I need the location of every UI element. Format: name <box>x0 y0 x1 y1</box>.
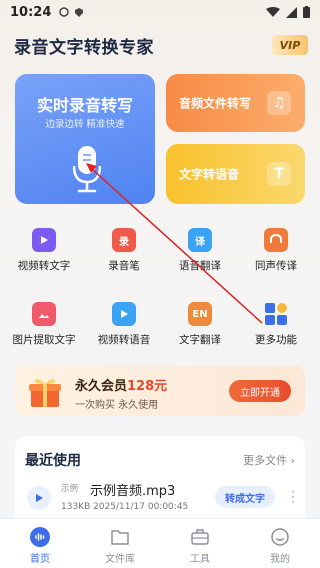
tool-more-features[interactable]: 更多功能 <box>236 298 316 347</box>
audio-file-transcribe-card[interactable]: 音频文件转写 ♫ <box>166 74 305 132</box>
settings-status-icon <box>59 7 70 17</box>
image-extract-icon <box>32 302 56 326</box>
status-time: 10:24 <box>10 4 52 20</box>
app-header: 录音文字转换专家 VIP <box>14 32 308 58</box>
interpretation-icon <box>264 228 288 252</box>
music-note-icon: ♫ <box>267 91 291 115</box>
battery-icon <box>303 6 310 18</box>
profile-icon <box>270 527 290 547</box>
gift-box-icon <box>29 379 61 407</box>
audio-file-transcribe-label: 音频文件转写 <box>179 96 252 111</box>
tool-recorder[interactable]: 录 录音笔 <box>84 224 164 273</box>
vip-promo-banner[interactable]: 永久会员128元 一次购买 永久使用 立即开通 <box>15 366 305 416</box>
tab-label: 文件库 <box>105 554 135 565</box>
vip-badge[interactable]: VIP <box>272 35 308 55</box>
home-wave-icon <box>30 527 50 547</box>
tool-label: 语音翻译 <box>179 260 221 272</box>
more-features-icon <box>264 302 288 326</box>
tool-label: 文字翻译 <box>179 334 221 346</box>
tool-video-to-voice[interactable]: 视频转语音 <box>84 298 164 347</box>
text-to-speech-card[interactable]: 文字转语音 T <box>166 144 305 204</box>
wifi-icon <box>266 7 280 17</box>
signal-icon <box>286 6 297 18</box>
realtime-record-card[interactable]: 实时录音转写 边录边转 精准快速 <box>15 74 155 204</box>
text-translate-icon: EN <box>188 302 212 326</box>
tab-label: 我的 <box>270 554 290 565</box>
tab-tools[interactable]: 工具 <box>160 519 240 568</box>
microphone-icon <box>73 146 101 193</box>
bottom-tab-bar: 首页 文件库 工具 我的 <box>0 518 320 568</box>
app-title: 录音文字转换专家 <box>14 37 154 58</box>
shield-status-icon <box>75 8 84 17</box>
tool-text-translate[interactable]: EN 文字翻译 <box>160 298 240 347</box>
tool-video-to-text[interactable]: 视频转文字 <box>4 224 84 273</box>
tool-label: 视频转文字 <box>17 260 71 272</box>
tab-home[interactable]: 首页 <box>0 519 80 568</box>
tool-label: 同声传译 <box>255 260 297 272</box>
tool-image-extract[interactable]: 图片提取文字 <box>4 298 84 347</box>
play-button[interactable] <box>27 486 51 510</box>
more-files-link[interactable]: 更多文件 › <box>243 452 295 468</box>
convert-to-text-button[interactable]: 转成文字 <box>215 486 275 508</box>
tool-label: 视频转语音 <box>97 334 151 346</box>
video-to-voice-icon <box>112 302 136 326</box>
tool-label: 更多功能 <box>255 334 297 346</box>
toolbox-icon <box>190 527 210 547</box>
tool-interpretation[interactable]: 同声传译 <box>236 224 316 273</box>
sample-tag: 示例 <box>61 484 79 494</box>
text-to-speech-label: 文字转语音 <box>179 167 240 182</box>
promo-subtitle: 一次购买 永久使用 <box>75 400 159 411</box>
more-options-icon[interactable]: · · · <box>291 486 295 508</box>
realtime-record-subtitle: 边录边转 精准快速 <box>45 119 125 130</box>
recent-heading: 最近使用 <box>25 453 81 469</box>
tool-label: 图片提取文字 <box>12 334 76 346</box>
text-t-icon: T <box>267 162 291 186</box>
activate-now-button[interactable]: 立即开通 <box>229 380 291 402</box>
chevron-right-icon: › <box>290 454 295 467</box>
tool-voice-translate[interactable]: 译 语音翻译 <box>160 224 240 273</box>
video-to-text-icon <box>32 228 56 252</box>
status-system-icons <box>266 6 310 18</box>
status-notification-icons <box>59 7 84 17</box>
tab-label: 工具 <box>190 554 210 565</box>
voice-translate-icon: 译 <box>188 228 212 252</box>
tab-profile[interactable]: 我的 <box>240 519 320 568</box>
recent-used-section: 最近使用 更多文件 › 示例 示例音频.mp3 133KB 2025/11/17… <box>15 436 305 526</box>
promo-price: 128元 <box>127 379 168 394</box>
tool-label: 录音笔 <box>108 260 140 272</box>
recorder-icon: 录 <box>112 228 136 252</box>
file-name[interactable]: 示例音频.mp3 <box>90 480 175 499</box>
file-meta: 133KB 2025/11/17 00:00:45 <box>61 502 189 512</box>
tab-label: 首页 <box>30 554 50 565</box>
realtime-record-title: 实时录音转写 <box>36 96 133 115</box>
play-icon <box>36 494 43 502</box>
folder-icon <box>110 527 130 547</box>
status-bar: 10:24 <box>0 0 320 24</box>
promo-title: 永久会员128元 <box>75 379 168 394</box>
tab-file-library[interactable]: 文件库 <box>80 519 160 568</box>
